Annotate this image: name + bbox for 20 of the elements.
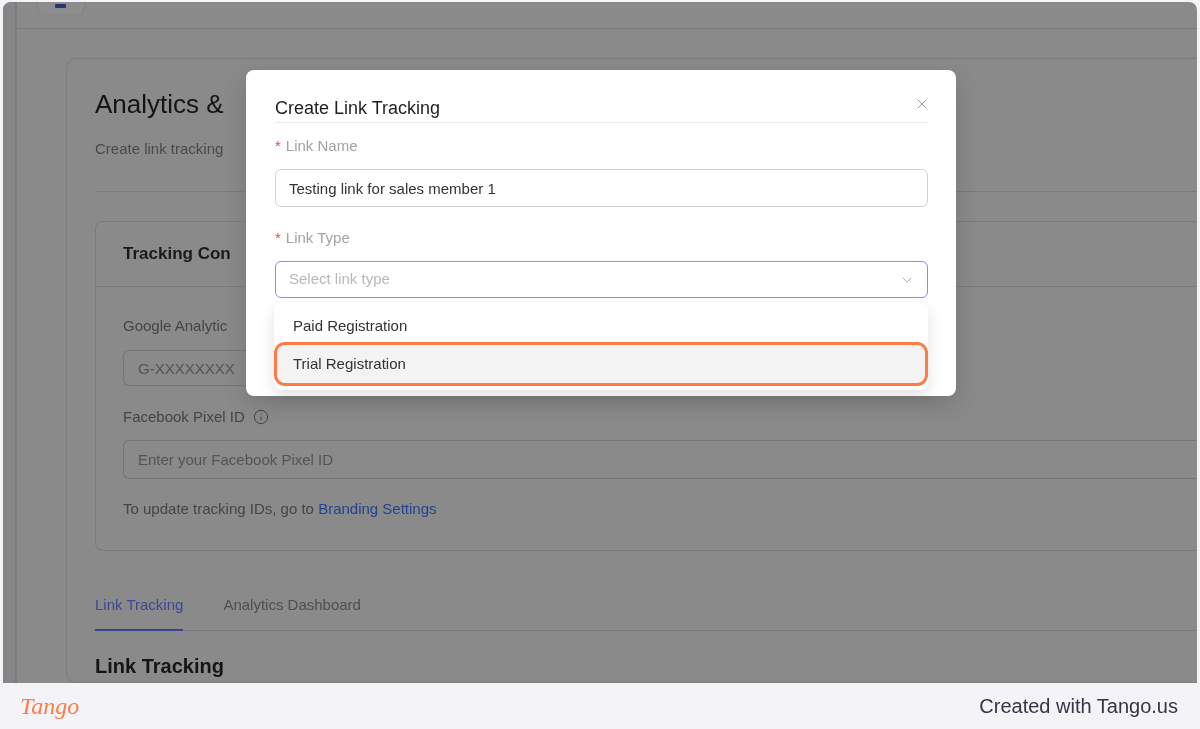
tracking-note: To update tracking IDs, go to Branding Settings — [123, 499, 437, 519]
tab[interactable]: Link Tracking — [95, 595, 184, 631]
dialog-title: Create Link Tracking — [275, 97, 441, 119]
tab[interactable]: Analytics Dashboard — [223, 595, 361, 631]
logo-text: Tango — [20, 692, 80, 720]
link-type-select[interactable]: Select link type — [275, 261, 928, 298]
required-mark: * — [275, 228, 281, 248]
branding-settings-link[interactable]: Branding Settings — [318, 500, 437, 517]
credit-text: Created with Tango.us — [979, 694, 1178, 718]
section-title: Link Tracking — [95, 654, 224, 678]
field-label: Facebook Pixel ID — [123, 407, 245, 427]
link-name-input[interactable]: Testing link for sales member 1 — [275, 169, 928, 207]
page-title: Analytics & — [95, 88, 224, 120]
page-subtitle: Create link tracking — [95, 139, 224, 159]
field-label: Link Type — [285, 228, 350, 248]
field-label: Google Analytic — [123, 316, 228, 336]
required-mark: * — [275, 136, 281, 156]
field-label: Link Name — [285, 136, 358, 156]
dropdown-option[interactable]: Trial Registration — [277, 345, 925, 383]
card-title: Tracking Con — [123, 243, 231, 266]
